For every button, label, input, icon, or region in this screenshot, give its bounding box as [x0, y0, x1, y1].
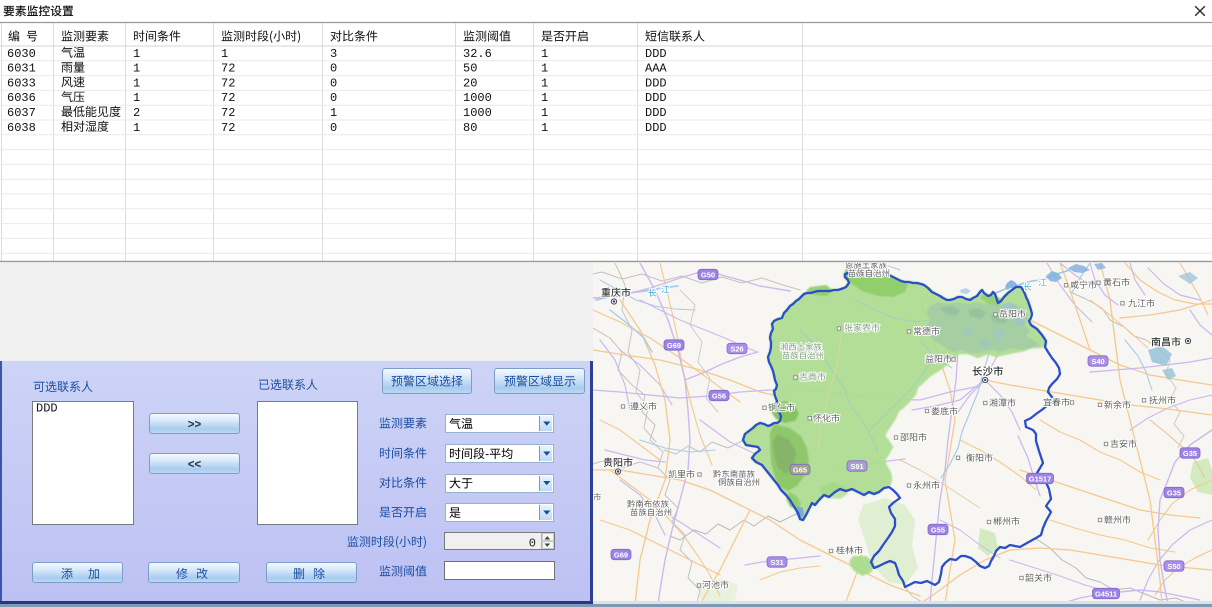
svg-text:>>: >>: [188, 419, 202, 431]
svg-text:1: 1: [330, 106, 337, 120]
svg-text:<<: <<: [188, 459, 202, 471]
svg-text:6033: 6033: [7, 76, 36, 90]
svg-text:G4511: G4511: [1095, 589, 1117, 598]
svg-text:1: 1: [133, 76, 140, 90]
svg-text:1000: 1000: [463, 106, 492, 120]
svg-text:DDD: DDD: [645, 76, 667, 90]
svg-text:80: 80: [463, 121, 477, 135]
svg-text:32.6: 32.6: [463, 47, 492, 61]
svg-text:G1517: G1517: [1029, 474, 1052, 483]
svg-text:DDD: DDD: [645, 106, 667, 120]
svg-text:G55: G55: [931, 525, 945, 534]
svg-text:S40: S40: [1091, 357, 1104, 366]
svg-text:1: 1: [133, 47, 140, 61]
svg-text:1: 1: [541, 121, 548, 135]
svg-text:2: 2: [133, 106, 140, 120]
svg-text:1: 1: [541, 62, 548, 76]
svg-text:S26: S26: [730, 344, 743, 353]
svg-text:DDD: DDD: [645, 91, 667, 105]
svg-text:1: 1: [133, 91, 140, 105]
svg-text:G56: G56: [712, 391, 726, 400]
svg-text:1: 1: [541, 76, 548, 90]
svg-text:6036: 6036: [7, 91, 36, 105]
svg-text:G69: G69: [614, 550, 628, 559]
svg-text:0: 0: [330, 76, 337, 90]
svg-text:S50: S50: [1167, 562, 1180, 571]
svg-text:G65: G65: [793, 465, 807, 474]
svg-text:1: 1: [133, 121, 140, 135]
svg-text:72: 72: [221, 91, 235, 105]
svg-text:G35: G35: [1183, 449, 1197, 458]
svg-text:72: 72: [221, 76, 235, 90]
svg-text:1: 1: [541, 47, 548, 61]
svg-text:20: 20: [463, 76, 477, 90]
svg-text:1: 1: [541, 106, 548, 120]
svg-text:50: 50: [463, 62, 477, 76]
svg-text:G50: G50: [701, 270, 715, 279]
svg-text:72: 72: [221, 121, 235, 135]
svg-text:AAA: AAA: [645, 62, 667, 76]
svg-text:72: 72: [221, 62, 235, 76]
svg-text:DDD: DDD: [36, 402, 58, 416]
svg-text:DDD: DDD: [645, 47, 667, 61]
svg-text:6037: 6037: [7, 106, 36, 120]
svg-text:S91: S91: [850, 462, 863, 471]
svg-text:0: 0: [529, 537, 536, 551]
svg-text:6031: 6031: [7, 62, 36, 76]
svg-text:1: 1: [541, 91, 548, 105]
svg-text:S31: S31: [770, 558, 783, 567]
svg-text:6030: 6030: [7, 47, 36, 61]
svg-text:1: 1: [133, 62, 140, 76]
svg-text:72: 72: [221, 106, 235, 120]
svg-text:G69: G69: [667, 341, 681, 350]
svg-text:6038: 6038: [7, 121, 36, 135]
svg-text:0: 0: [330, 121, 337, 135]
svg-text:DDD: DDD: [645, 121, 667, 135]
svg-text:G35: G35: [1167, 488, 1181, 497]
svg-text:0: 0: [330, 62, 337, 76]
svg-text:3: 3: [330, 47, 337, 61]
svg-text:1: 1: [221, 47, 228, 61]
svg-text:0: 0: [330, 91, 337, 105]
svg-text:1000: 1000: [463, 91, 492, 105]
